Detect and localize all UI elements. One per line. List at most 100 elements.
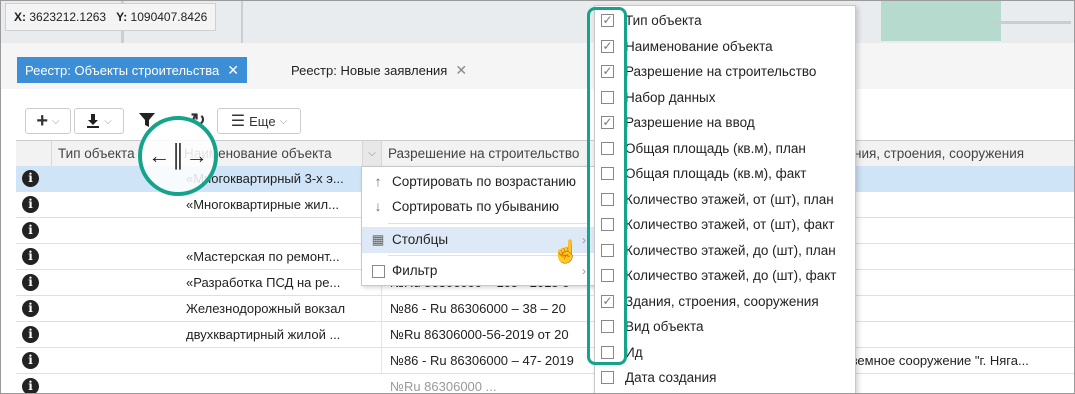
info-icon[interactable]: i: [22, 274, 39, 291]
menu-item-sort-asc[interactable]: ↑ Сортировать по возрастанию: [362, 169, 594, 195]
column-option-label: Ид: [625, 344, 643, 360]
column-option[interactable]: Общая площадь (кв.м), факт: [595, 161, 855, 187]
cell-name: «Разработка ПСД на ре...: [178, 270, 382, 295]
chevron-down-icon: ⌵: [104, 115, 112, 127]
tab-new-applications[interactable]: Реестр: Новые заявления ✕: [283, 57, 475, 83]
column-option-label: Общая площадь (кв.м), план: [625, 140, 806, 156]
more-button[interactable]: ☰ Еще ⌵: [217, 108, 301, 134]
close-icon[interactable]: ✕: [455, 62, 467, 79]
cell-name: [178, 218, 382, 243]
table-row[interactable]: i двухквартирный жилой ... №Ru 86306000-…: [16, 322, 1074, 348]
column-option[interactable]: Вид объекта: [595, 314, 855, 340]
sort-asc-icon: ↑: [374, 174, 382, 189]
checkbox-highlight-frame: [587, 7, 627, 365]
table-row[interactable]: i №86 - Ru 86306000 – 47- 2019 дземное с…: [16, 348, 1074, 374]
menu-item-label: Сортировать по возрастанию: [392, 174, 576, 189]
cell-name: «Многоквартирные жил...: [178, 192, 382, 217]
cell-permit: №86 - Ru 86306000 – 47- 2019: [382, 348, 606, 373]
column-option[interactable]: Дата создания: [595, 365, 855, 391]
cell-permit: №Ru 86306000-56-2019 от 20: [382, 322, 606, 347]
info-icon[interactable]: i: [22, 222, 39, 239]
coordinates-readout: X: 3623212.1263 Y: 1090407.8426: [5, 3, 217, 31]
download-icon: [87, 114, 100, 128]
column-option-label: Вид объекта: [625, 319, 704, 335]
column-option[interactable]: Количество этажей, от (шт), факт: [595, 212, 855, 238]
column-option-label: Разрешение на ввод: [625, 115, 755, 131]
tab-label: Реестр: Объекты строительства: [25, 62, 220, 78]
hand-cursor-icon: ☝: [552, 239, 580, 264]
sort-desc-icon: ↓: [374, 199, 382, 214]
column-option-label: Количество этажей, до (шт), факт: [625, 268, 837, 284]
header-info-column: [16, 141, 52, 167]
x-value: 3623212.1263: [29, 10, 107, 24]
column-option[interactable]: Общая площадь (кв.м), план: [595, 136, 855, 162]
columns-icon: ▦: [371, 232, 385, 247]
column-option-label: Количество этажей, от (шт), факт: [625, 217, 835, 233]
menu-icon: ☰: [230, 113, 246, 130]
column-option-label: Разрешение на строительство: [625, 64, 817, 80]
checkbox[interactable]: [601, 371, 614, 385]
app-window: X: 3623212.1263 Y: 1090407.8426 Реестр: …: [0, 0, 1075, 394]
column-option-label: Дата создания: [625, 370, 717, 386]
info-icon[interactable]: i: [22, 352, 39, 369]
header-building-permit[interactable]: Разрешение на строительство: [382, 141, 606, 167]
chevron-down-icon: ⌵: [279, 115, 288, 127]
column-option[interactable]: ✓ Разрешение на строительство: [595, 59, 855, 85]
column-option-label: Общая площадь (кв.м), факт: [625, 166, 807, 182]
column-option[interactable]: Набор данных: [595, 85, 855, 111]
cell-name: Железнодорожный вокзал: [178, 296, 382, 321]
column-option-label: Количество этажей, от (шт), план: [625, 191, 834, 207]
column-option-label: Количество этажей, до (шт), план: [625, 242, 836, 258]
info-icon[interactable]: i: [22, 300, 39, 317]
info-icon[interactable]: i: [22, 196, 39, 213]
column-option[interactable]: Количество этажей, до (шт), факт: [595, 263, 855, 289]
column-option[interactable]: ✓ Тип объекта: [595, 8, 855, 34]
map-green-area: [881, 1, 1001, 41]
menu-separator: [388, 223, 588, 224]
menu-item-sort-desc[interactable]: ↓ Сортировать по убыванию: [362, 194, 594, 220]
x-label: X:: [14, 10, 26, 24]
column-resize-highlight: ←║→: [138, 116, 218, 196]
column-option-label: Здания, строения, сооружения: [625, 293, 819, 309]
column-option-label: Наименование объекта: [625, 38, 773, 54]
chevron-down-icon: ⌵: [52, 115, 60, 127]
column-option[interactable]: ✓ Здания, строения, сооружения: [595, 289, 855, 315]
column-option[interactable]: ✓ Разрешение на ввод: [595, 110, 855, 136]
cell-name: [178, 348, 382, 373]
tab-bar: Реестр: Объекты строительства ✕ Реестр: …: [1, 43, 1074, 90]
column-context-menu: ↑ Сортировать по возрастанию ↓ Сортирова…: [361, 166, 595, 286]
column-option[interactable]: ✓ Наименование объекта: [595, 34, 855, 60]
column-option[interactable]: Количество этажей, от (шт), план: [595, 187, 855, 213]
table-row[interactable]: i №Ru 86306000 ...: [16, 374, 1074, 393]
cell-permit: №Ru 86306000 ...: [382, 374, 606, 393]
y-value: 1090407.8426: [130, 10, 208, 24]
table-row[interactable]: i Железнодорожный вокзал №86 - Ru 863060…: [16, 296, 1074, 322]
close-icon[interactable]: ✕: [227, 62, 239, 79]
map-area[interactable]: X: 3623212.1263 Y: 1090407.8426: [1, 1, 1074, 43]
info-icon[interactable]: i: [22, 378, 39, 393]
column-option[interactable]: Ид: [595, 340, 855, 366]
plus-icon: +: [36, 109, 49, 132]
header-buildings[interactable]: ния, строения, сооружения: [854, 141, 1074, 167]
column-option-label: Тип объекта: [625, 13, 702, 29]
info-icon[interactable]: i: [22, 326, 39, 343]
filter-checkbox[interactable]: [370, 258, 386, 287]
download-button[interactable]: ⌵: [74, 108, 124, 134]
map-road: [241, 1, 243, 43]
more-label: Еще: [249, 113, 276, 129]
chevron-right-icon: ›: [582, 233, 586, 247]
y-label: Y:: [116, 10, 128, 24]
cell-name: двухквартирный жилой ...: [178, 322, 382, 347]
chevron-right-icon: ›: [582, 264, 586, 278]
info-icon[interactable]: i: [22, 248, 39, 265]
resize-arrows-icon: ←║→: [148, 143, 208, 168]
info-icon[interactable]: i: [22, 170, 39, 187]
cell-name: «Мастерская по ремонт...: [178, 244, 382, 269]
header-menu-trigger[interactable]: ⌵: [362, 141, 381, 167]
add-button[interactable]: + ⌵: [25, 108, 71, 134]
tab-construction-objects[interactable]: Реестр: Объекты строительства ✕: [17, 57, 248, 83]
cell-buildings: дземное сооружение "г. Няга...: [844, 353, 1029, 368]
map-road: [991, 21, 1071, 24]
column-option[interactable]: Количество этажей, до (шт), план: [595, 238, 855, 264]
menu-item-label: Сортировать по убыванию: [392, 199, 559, 214]
